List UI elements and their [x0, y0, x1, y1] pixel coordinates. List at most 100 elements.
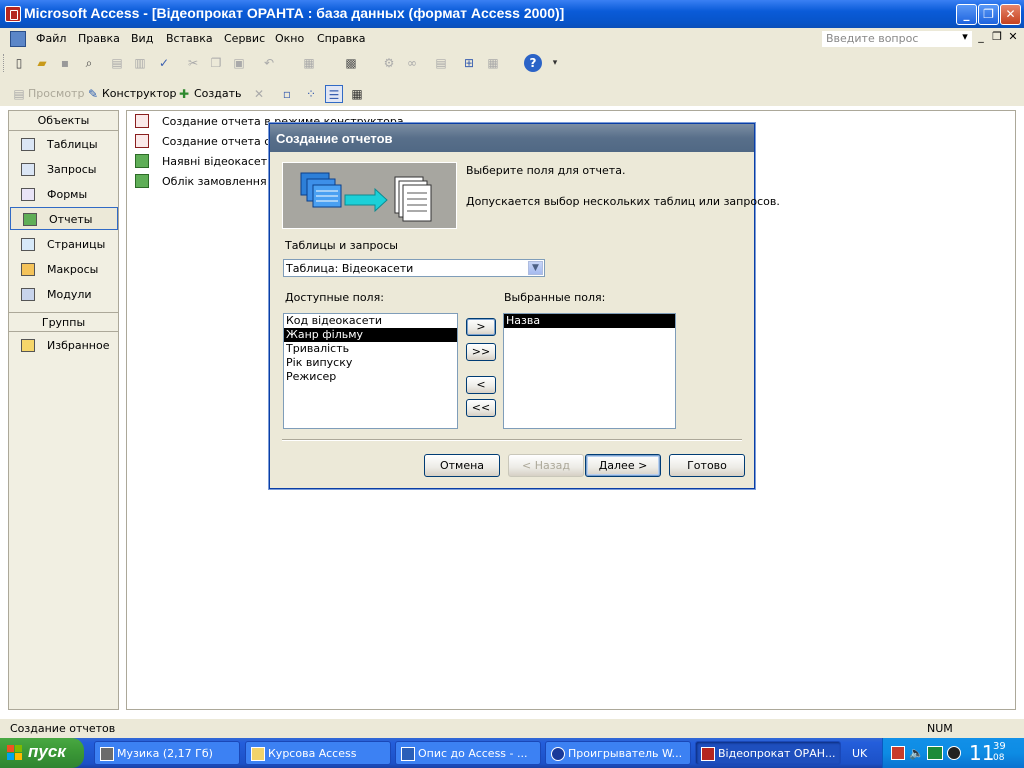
standard-toolbar: ▯ ▰ ▪ ⌕ ▤ ▥ ✓ ✂ ❐ ▣ ↶ ▦ ▩ ⚙ ∞ ▤ ⊞ ▦ ? ▾: [0, 50, 1024, 76]
save-icon[interactable]: ▪: [56, 54, 74, 72]
add-field-button[interactable]: >: [466, 318, 496, 336]
objects-header[interactable]: Объекты: [9, 111, 118, 131]
mdi-close-button[interactable]: ✕: [1006, 30, 1020, 43]
selected-fields-list[interactable]: Назва: [503, 313, 676, 429]
list-item[interactable]: Режисер: [284, 370, 457, 384]
taskbar-item-coursework[interactable]: Курсова Access: [245, 741, 391, 765]
list-view-icon[interactable]: ☰: [325, 85, 343, 103]
taskbar-item-word-doc[interactable]: Опис до Access - ...: [395, 741, 541, 765]
db-window-icon[interactable]: [10, 31, 26, 47]
object-label: Страницы: [47, 238, 106, 251]
mdi-restore-button[interactable]: ❐: [990, 30, 1004, 43]
cancel-button[interactable]: Отмена: [424, 454, 500, 477]
back-button[interactable]: < Назад: [508, 454, 584, 477]
chevron-down-icon[interactable]: ▼: [528, 261, 543, 275]
copy-icon[interactable]: ❐: [207, 54, 225, 72]
wizard-illustration: [282, 162, 457, 229]
available-fields-label: Доступные поля:: [285, 291, 384, 304]
object-pages[interactable]: Страницы: [9, 233, 118, 256]
large-icons-icon[interactable]: ▫: [278, 85, 296, 103]
cut-icon[interactable]: ✂: [184, 54, 202, 72]
windows-logo-icon: [7, 745, 23, 761]
paste-icon[interactable]: ▣: [230, 54, 248, 72]
close-button[interactable]: ✕: [1000, 4, 1021, 25]
tables-combobox[interactable]: Таблица: Відеокасети ▼: [283, 259, 545, 277]
group-label: Избранное: [47, 339, 110, 352]
list-item[interactable]: Тривалість: [284, 342, 457, 356]
preview-button[interactable]: Просмотр: [28, 87, 84, 100]
object-modules[interactable]: Модули: [9, 283, 118, 306]
add-all-fields-button[interactable]: >>: [466, 343, 496, 361]
status-bar: Создание отчетов NUM: [0, 718, 1024, 738]
menu-view[interactable]: Вид: [131, 32, 153, 45]
taskbar-item-media-player[interactable]: Проигрыватель W...: [545, 741, 691, 765]
help-icon[interactable]: ?: [524, 54, 542, 72]
access-app-icon[interactable]: [5, 6, 21, 22]
object-label: Отчеты: [49, 213, 93, 226]
media-tray-icon[interactable]: [947, 746, 961, 760]
code-icon[interactable]: ∞: [403, 54, 421, 72]
antivirus-icon[interactable]: [891, 746, 905, 760]
new-object-icon[interactable]: ▦: [484, 54, 502, 72]
undo-icon[interactable]: ↶: [260, 54, 278, 72]
ask-question-input[interactable]: Введите вопрос: [822, 31, 972, 47]
available-fields-list[interactable]: Код відеокасети Жанр фільму Тривалість Р…: [283, 313, 458, 429]
minimize-button[interactable]: _: [956, 4, 977, 25]
mdi-minimize-button[interactable]: _: [974, 30, 988, 43]
list-item[interactable]: Назва: [504, 314, 675, 328]
volume-icon[interactable]: 🔈: [909, 746, 924, 760]
word-icon: [401, 747, 415, 761]
menu-file[interactable]: Файл: [36, 32, 66, 45]
finish-button[interactable]: Готово: [669, 454, 745, 477]
object-forms[interactable]: Формы: [9, 183, 118, 206]
list-item[interactable]: Рік випуску: [284, 356, 457, 370]
menu-tools[interactable]: Сервис: [224, 32, 265, 45]
menu-edit[interactable]: Правка: [78, 32, 120, 45]
small-icons-icon[interactable]: ⁘: [302, 85, 320, 103]
clock-minutes: 39: [993, 741, 1006, 752]
print-icon[interactable]: ▤: [108, 54, 126, 72]
menu-window[interactable]: Окно: [275, 32, 304, 45]
remove-all-fields-button[interactable]: <<: [466, 399, 496, 417]
group-favorites[interactable]: Избранное: [9, 334, 118, 357]
remove-field-button[interactable]: <: [466, 376, 496, 394]
objects-panel: Объекты Таблицы Запросы Формы Отчеты Стр…: [8, 110, 119, 710]
office-links-icon[interactable]: ▦: [300, 54, 318, 72]
list-item[interactable]: Жанр фільму: [284, 328, 457, 342]
forms-icon: [21, 188, 35, 201]
relationships-icon[interactable]: ⊞: [460, 54, 478, 72]
spelling-icon[interactable]: ✓: [155, 54, 173, 72]
video-card-icon[interactable]: [927, 746, 943, 760]
object-label: Таблицы: [47, 138, 98, 151]
ask-dropdown-icon[interactable]: ▾: [958, 30, 972, 43]
object-queries[interactable]: Запросы: [9, 158, 118, 181]
object-reports[interactable]: Отчеты: [10, 207, 118, 230]
analyze-icon[interactable]: ▩: [342, 54, 360, 72]
list-item[interactable]: Код відеокасети: [284, 314, 457, 328]
new-icon[interactable]: ▯: [10, 54, 28, 72]
next-button[interactable]: Далее >: [585, 454, 661, 477]
delete-icon[interactable]: ✕: [250, 85, 268, 103]
object-macros[interactable]: Макросы: [9, 258, 118, 281]
print-preview-icon[interactable]: ▥: [131, 54, 149, 72]
menu-help[interactable]: Справка: [317, 32, 365, 45]
taskbar-item-music[interactable]: Музика (2,17 Гб): [94, 741, 240, 765]
window-title: Microsoft Access - [Відеопрокат ОРАНТА :…: [24, 5, 565, 21]
details-view-icon[interactable]: ▦: [348, 85, 366, 103]
open-icon[interactable]: ▰: [33, 54, 51, 72]
start-button[interactable]: пуск: [0, 738, 84, 768]
taskbar-item-access[interactable]: Відеопрокат ОРАН...: [695, 741, 841, 765]
file-search-icon[interactable]: ⌕: [80, 54, 98, 72]
create-button[interactable]: Создать: [194, 87, 242, 100]
properties-icon[interactable]: ▤: [432, 54, 450, 72]
create-icon: ✚: [178, 87, 190, 101]
restore-button[interactable]: ❐: [978, 4, 999, 25]
script-icon[interactable]: ⚙: [380, 54, 398, 72]
design-button[interactable]: Конструктор: [102, 87, 176, 100]
toolbar-options-icon[interactable]: ▾: [546, 54, 564, 72]
media-player-icon: [551, 747, 565, 761]
object-tables[interactable]: Таблицы: [9, 133, 118, 156]
groups-header[interactable]: Группы: [9, 312, 118, 332]
menu-insert[interactable]: Вставка: [166, 32, 213, 45]
language-indicator[interactable]: UK: [852, 747, 867, 760]
